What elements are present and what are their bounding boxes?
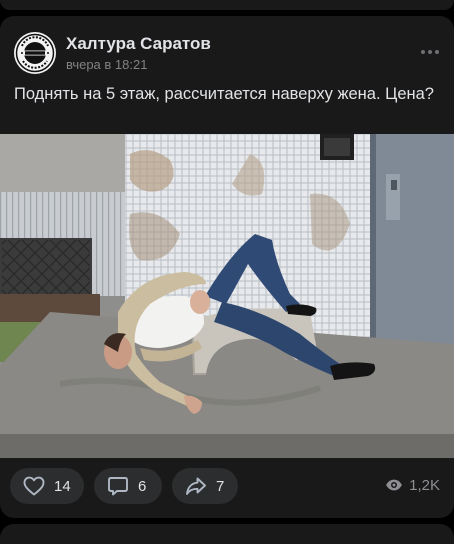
next-post-card xyxy=(0,524,454,544)
post-timestamp[interactable]: вчера в 18:21 xyxy=(66,57,147,72)
heart-icon xyxy=(23,476,45,496)
photo-image xyxy=(0,134,454,458)
post-author[interactable]: Халтура Саратов xyxy=(66,34,211,54)
avatar[interactable] xyxy=(14,32,56,74)
views-counter: 1,2K xyxy=(385,476,440,494)
share-button[interactable]: 7 xyxy=(172,468,238,504)
comment-button[interactable]: 6 xyxy=(94,468,162,504)
post-card: Халтура Саратов вчера в 18:21 Поднять на… xyxy=(0,16,454,518)
more-options-icon[interactable] xyxy=(420,44,440,60)
share-icon xyxy=(186,477,206,495)
post-photo[interactable] xyxy=(0,134,454,458)
like-button[interactable]: 14 xyxy=(10,468,84,504)
like-count: 14 xyxy=(54,477,71,495)
comment-icon xyxy=(108,477,128,496)
comment-count: 6 xyxy=(138,477,147,495)
post-header: Халтура Саратов вчера в 18:21 xyxy=(14,32,440,76)
post-text: Поднять на 5 этаж, рассчитается наверху … xyxy=(14,85,434,103)
previous-post-card xyxy=(0,0,454,10)
logo-seal-icon xyxy=(15,33,55,73)
eye-icon xyxy=(386,479,403,491)
post-actions: 14 6 7 1,2K xyxy=(0,468,454,504)
views-count: 1,2K xyxy=(409,476,440,494)
share-count: 7 xyxy=(216,477,225,495)
